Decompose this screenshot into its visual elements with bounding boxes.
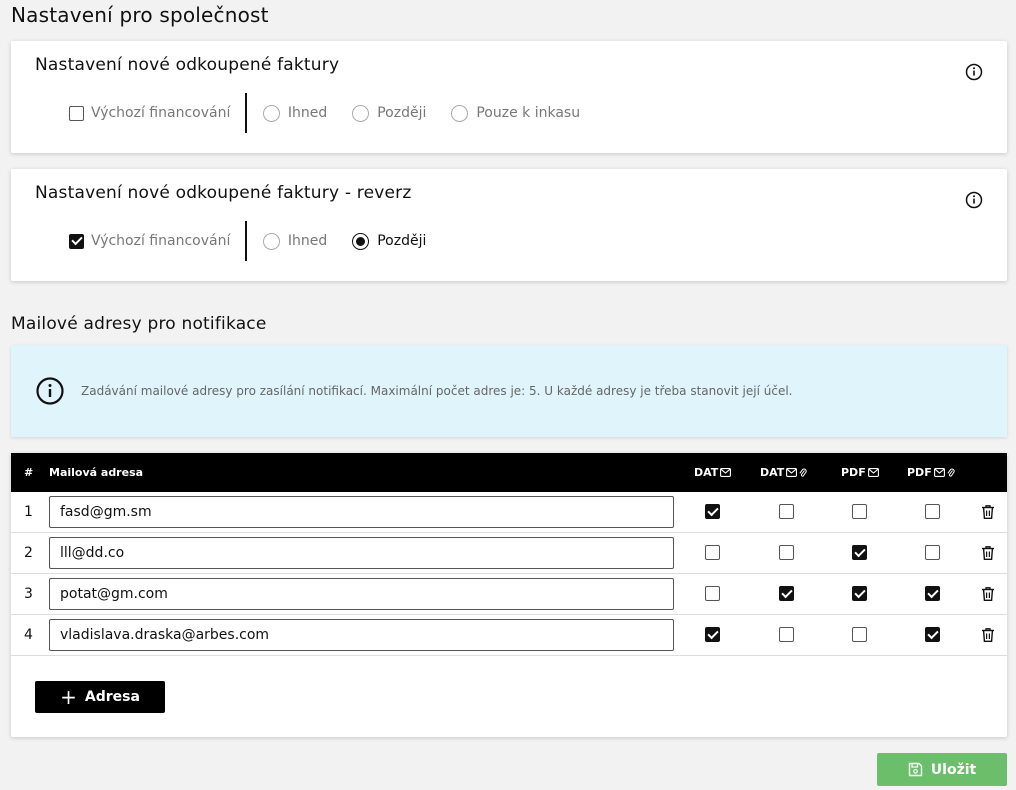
trash-icon[interactable]: [981, 586, 995, 602]
radio-button[interactable]: [451, 104, 469, 122]
radio-later[interactable]: Později: [352, 232, 427, 250]
radio-label: Ihned: [287, 233, 328, 249]
radio-label: Pouze k inkasu: [476, 105, 581, 121]
mail-section-title: Mailové adresy pro notifikace: [11, 314, 267, 334]
col-email: Mailová adresa: [49, 466, 144, 479]
envelope-icon: [786, 468, 798, 477]
table-row: 2: [11, 533, 1007, 574]
info-banner-text: Zadávání mailové adresy pro zasílání not…: [81, 384, 793, 398]
default-financing-checkbox[interactable]: Výchozí financování: [69, 233, 230, 249]
trash-icon[interactable]: [981, 627, 995, 643]
invoice-settings-card: Nastavení nové odkoupené faktury Výchozí…: [11, 41, 1007, 153]
radio-label: Později: [377, 233, 427, 249]
envelope-icon: [867, 468, 879, 477]
trash-icon[interactable]: [981, 504, 995, 520]
table-row: 1: [11, 492, 1007, 533]
row-number: 4: [24, 627, 33, 643]
radio-immediately[interactable]: Ihned: [262, 104, 328, 122]
purpose-checkbox-3[interactable]: [852, 545, 867, 560]
radio-button-selected[interactable]: [352, 232, 370, 250]
info-icon: [36, 377, 64, 405]
table-row: 4: [11, 615, 1007, 656]
purpose-checkbox-4[interactable]: [925, 627, 940, 642]
email-input[interactable]: [49, 578, 674, 610]
col-dat-mail-attachment: DAT: [760, 466, 807, 479]
table-header: # Mailová adresa DAT DAT PDF PDF: [11, 453, 1007, 492]
add-address-label: Adresa: [84, 689, 140, 705]
radio-label: Ihned: [287, 105, 328, 121]
purpose-checkbox-3[interactable]: [852, 504, 867, 519]
page-title: Nastavení pro společnost: [11, 3, 269, 27]
default-financing-checkbox[interactable]: Výchozí financování: [69, 105, 230, 121]
default-financing-label: Výchozí financování: [91, 105, 231, 121]
plus-icon: +: [60, 685, 77, 709]
save-label: Uložit: [930, 761, 977, 778]
floppy-disk-icon: [908, 762, 922, 777]
row-number: 1: [24, 504, 33, 520]
col-number: #: [24, 466, 34, 479]
table-row: 3: [11, 574, 1007, 615]
divider: [245, 221, 247, 261]
radio-button[interactable]: [262, 232, 280, 250]
envelope-icon: [720, 468, 732, 477]
col-dat-mail-label: DAT: [694, 466, 719, 479]
save-button[interactable]: Uložit: [877, 753, 1007, 786]
row-number: 2: [24, 545, 33, 561]
purpose-checkbox-1[interactable]: [705, 627, 720, 642]
paperclip-icon: [947, 468, 955, 477]
col-pdf-mail-attachment: PDF: [907, 466, 955, 479]
row-number: 3: [24, 586, 33, 602]
default-financing-label: Výchozí financování: [91, 233, 231, 249]
purpose-checkbox-4[interactable]: [925, 586, 940, 601]
email-table-card: # Mailová adresa DAT DAT PDF PDF 1 2 3 4 + …: [11, 453, 1007, 737]
col-pdf-mail-label: PDF: [841, 466, 866, 479]
radio-collection-only[interactable]: Pouze k inkasu: [451, 104, 581, 122]
info-banner: Zadávání mailové adresy pro zasílání not…: [11, 345, 1007, 437]
radio-later[interactable]: Později: [352, 104, 427, 122]
radio-button[interactable]: [262, 104, 280, 122]
purpose-checkbox-3[interactable]: [852, 586, 867, 601]
purpose-checkbox-2[interactable]: [779, 545, 794, 560]
col-pdf-mail: PDF: [841, 466, 879, 479]
envelope-icon: [933, 468, 945, 477]
paperclip-icon: [799, 468, 807, 477]
purpose-checkbox-3[interactable]: [852, 627, 867, 642]
purpose-checkbox-1[interactable]: [705, 545, 720, 560]
radio-button[interactable]: [352, 104, 370, 122]
purpose-checkbox-1[interactable]: [705, 504, 720, 519]
col-pdf-attach-label: PDF: [907, 466, 932, 479]
email-input[interactable]: [49, 619, 674, 651]
invoice-settings-title: Nastavení nové odkoupené faktury: [35, 55, 340, 75]
trash-icon[interactable]: [981, 545, 995, 561]
info-icon[interactable]: [965, 191, 983, 209]
purpose-checkbox-4[interactable]: [925, 504, 940, 519]
purpose-checkbox-2[interactable]: [779, 504, 794, 519]
purpose-checkbox-2[interactable]: [779, 627, 794, 642]
purpose-checkbox-1[interactable]: [705, 586, 720, 601]
checkbox-box[interactable]: [69, 105, 84, 121]
invoice-reverse-settings-title: Nastavení nové odkoupené faktury - rever…: [35, 183, 412, 203]
email-input[interactable]: [49, 496, 674, 528]
purpose-checkbox-4[interactable]: [925, 545, 940, 560]
radio-immediately[interactable]: Ihned: [262, 232, 328, 250]
col-dat-attach-label: DAT: [760, 466, 785, 479]
divider: [245, 93, 247, 133]
info-icon[interactable]: [965, 63, 983, 81]
radio-label: Později: [377, 105, 427, 121]
invoice-reverse-settings-card: Nastavení nové odkoupené faktury - rever…: [11, 169, 1007, 281]
add-address-button[interactable]: + Adresa: [35, 681, 165, 713]
purpose-checkbox-2[interactable]: [779, 586, 794, 601]
checkbox-box[interactable]: [69, 233, 84, 249]
col-dat-mail: DAT: [694, 466, 732, 479]
email-input[interactable]: [49, 537, 674, 569]
